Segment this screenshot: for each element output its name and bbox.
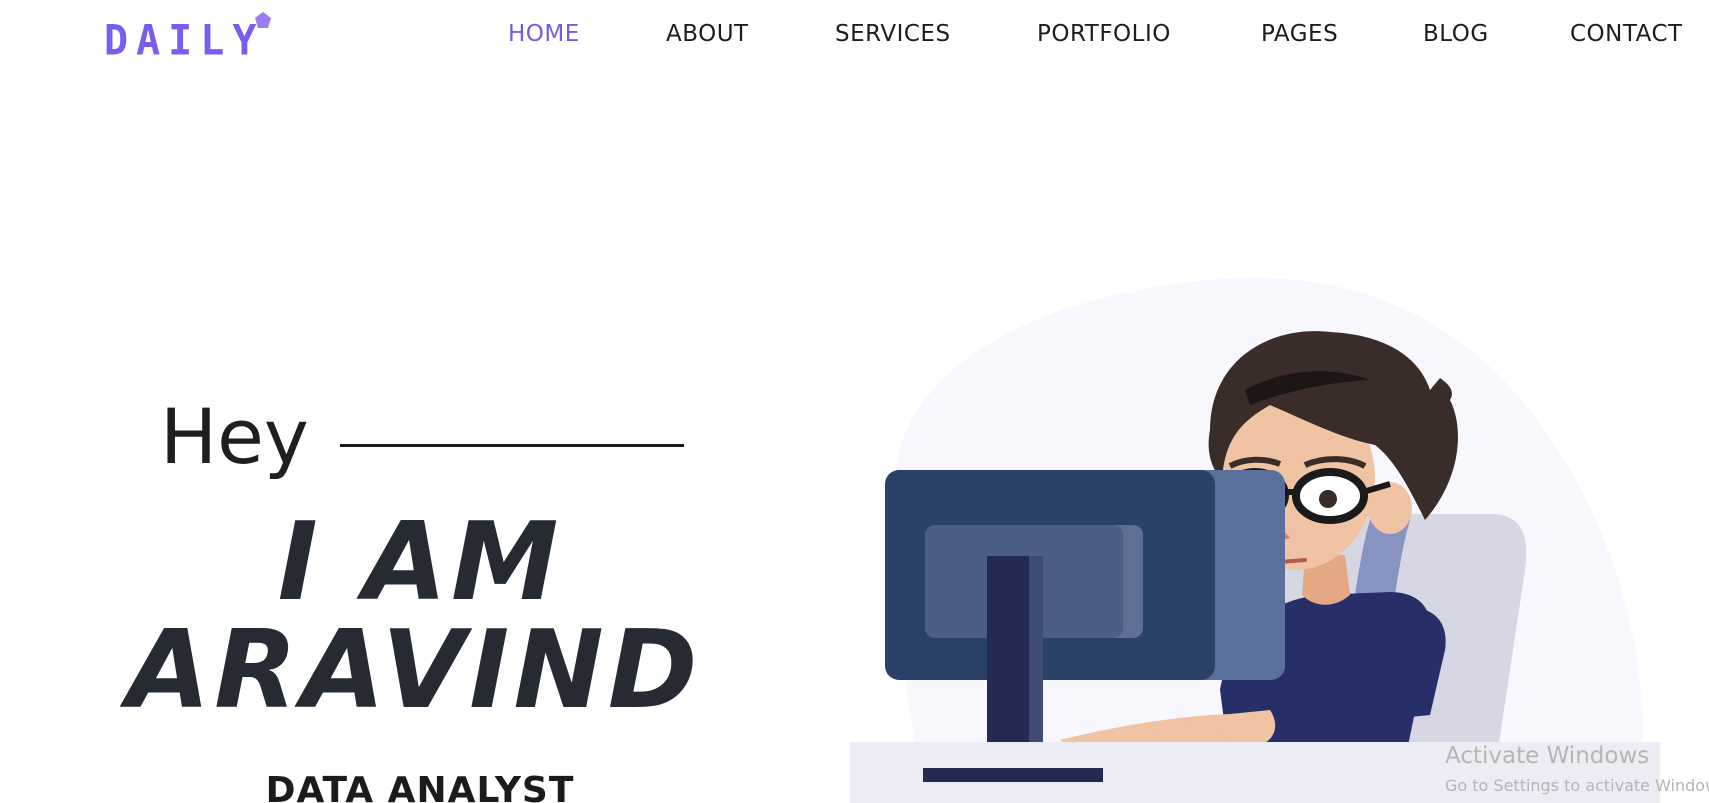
logo-text: DAILY xyxy=(104,16,265,66)
headline-line-1: I AM xyxy=(277,500,563,625)
man-at-computer-illustration xyxy=(850,277,1660,803)
top-navigation: DAILY HOME ABOUT SERVICES PORTFOLIO PAGE… xyxy=(0,0,1709,74)
monitor-stand xyxy=(987,556,1029,742)
pentagon-icon xyxy=(255,12,271,28)
monitor-stand-highlight xyxy=(1029,556,1043,742)
greeting-underline xyxy=(340,444,684,447)
nav-services[interactable]: SERVICES xyxy=(835,21,951,47)
greeting-text: Hey xyxy=(160,392,309,481)
windows-activation-title: Activate Windows xyxy=(1445,743,1650,769)
headline-line-2: ARAVIND xyxy=(126,608,702,733)
role-title: DATA ANALYST xyxy=(265,770,575,803)
nav-home[interactable]: HOME xyxy=(508,21,580,47)
logo[interactable]: DAILY xyxy=(104,12,271,66)
nav-pages[interactable]: PAGES xyxy=(1261,21,1338,47)
page: DAILY HOME ABOUT SERVICES PORTFOLIO PAGE… xyxy=(0,0,1709,803)
nav-about[interactable]: ABOUT xyxy=(666,21,749,47)
nav-portfolio[interactable]: PORTFOLIO xyxy=(1037,21,1171,47)
nav-contact[interactable]: CONTACT xyxy=(1570,21,1683,47)
keyboard xyxy=(923,768,1103,782)
greeting-row: Hey xyxy=(160,392,309,482)
windows-activation-subtitle: Go to Settings to activate Windows. xyxy=(1445,776,1709,795)
eye-right xyxy=(1319,490,1337,508)
nav-blog[interactable]: BLOG xyxy=(1423,21,1489,47)
